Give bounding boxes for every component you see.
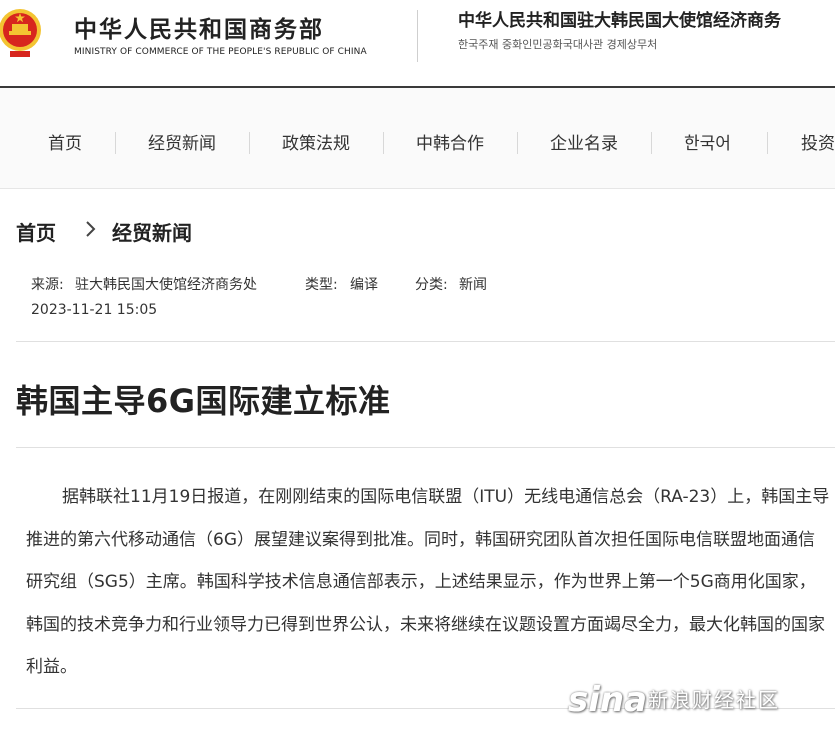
ministry-name-en: MINISTRY OF COMMERCE OF THE PEOPLE'S REP… (74, 47, 367, 57)
nav-separator (651, 132, 652, 154)
nav-separator (517, 132, 518, 154)
main-nav: 首页 经贸新闻 政策法规 中韩合作 企业名录 한국어 投资 (0, 86, 835, 189)
site-header: 中华人民共和国商务部 MINISTRY OF COMMERCE OF THE P… (0, 0, 835, 86)
nav-separator (767, 132, 768, 154)
meta-source-value: 驻大韩民国大使馆经济商务处 (75, 277, 257, 293)
meta-datetime: 2023-11-21 15:05 (31, 302, 158, 318)
nav-item-trade-news[interactable]: 经贸新闻 (148, 129, 216, 154)
sina-watermark: sina 新浪财经社区 (568, 664, 808, 726)
sina-logo: sina (568, 680, 648, 720)
breadcrumb-current[interactable]: 经贸新闻 (112, 217, 192, 246)
article-body: 据韩联社11月19日报道，在刚刚结束的国际电信联盟（ITU）无线电通信总会（RA… (26, 487, 830, 677)
chevron-right-icon (86, 221, 96, 237)
ministry-name-cn[interactable]: 中华人民共和国商务部 (74, 10, 324, 44)
embassy-name-cn[interactable]: 中华人民共和国驻大韩民国大使馆经济商务 (458, 6, 781, 31)
divider (16, 341, 835, 342)
national-emblem-icon[interactable] (0, 4, 48, 60)
nav-item-korean[interactable]: 한국어 (684, 129, 731, 154)
breadcrumb-home[interactable]: 首页 (16, 217, 56, 246)
nav-item-home[interactable]: 首页 (48, 129, 82, 154)
meta-type-value: 编译 (350, 277, 378, 293)
header-divider (417, 10, 418, 62)
nav-separator (383, 132, 384, 154)
nav-item-china-korea-cooperation[interactable]: 中韩合作 (416, 129, 484, 154)
meta-type-label: 类型: (305, 277, 338, 293)
nav-item-company-directory[interactable]: 企业名录 (550, 129, 618, 154)
meta-category-value: 新闻 (459, 277, 487, 293)
embassy-name-kr: 한국주재 중화인민공화국대사관 경제상무처 (458, 38, 658, 51)
nav-separator (115, 132, 116, 154)
divider (16, 447, 835, 448)
nav-item-policies[interactable]: 政策法规 (282, 129, 350, 154)
nav-item-investment[interactable]: 投资 (801, 129, 835, 154)
article-title: 韩国主导6G国际建立标准 (16, 382, 391, 420)
meta-source-label: 来源: (31, 277, 64, 293)
watermark-text: 新浪财经社区 (648, 688, 780, 712)
meta-category-label: 分类: (415, 277, 448, 293)
nav-separator (249, 132, 250, 154)
